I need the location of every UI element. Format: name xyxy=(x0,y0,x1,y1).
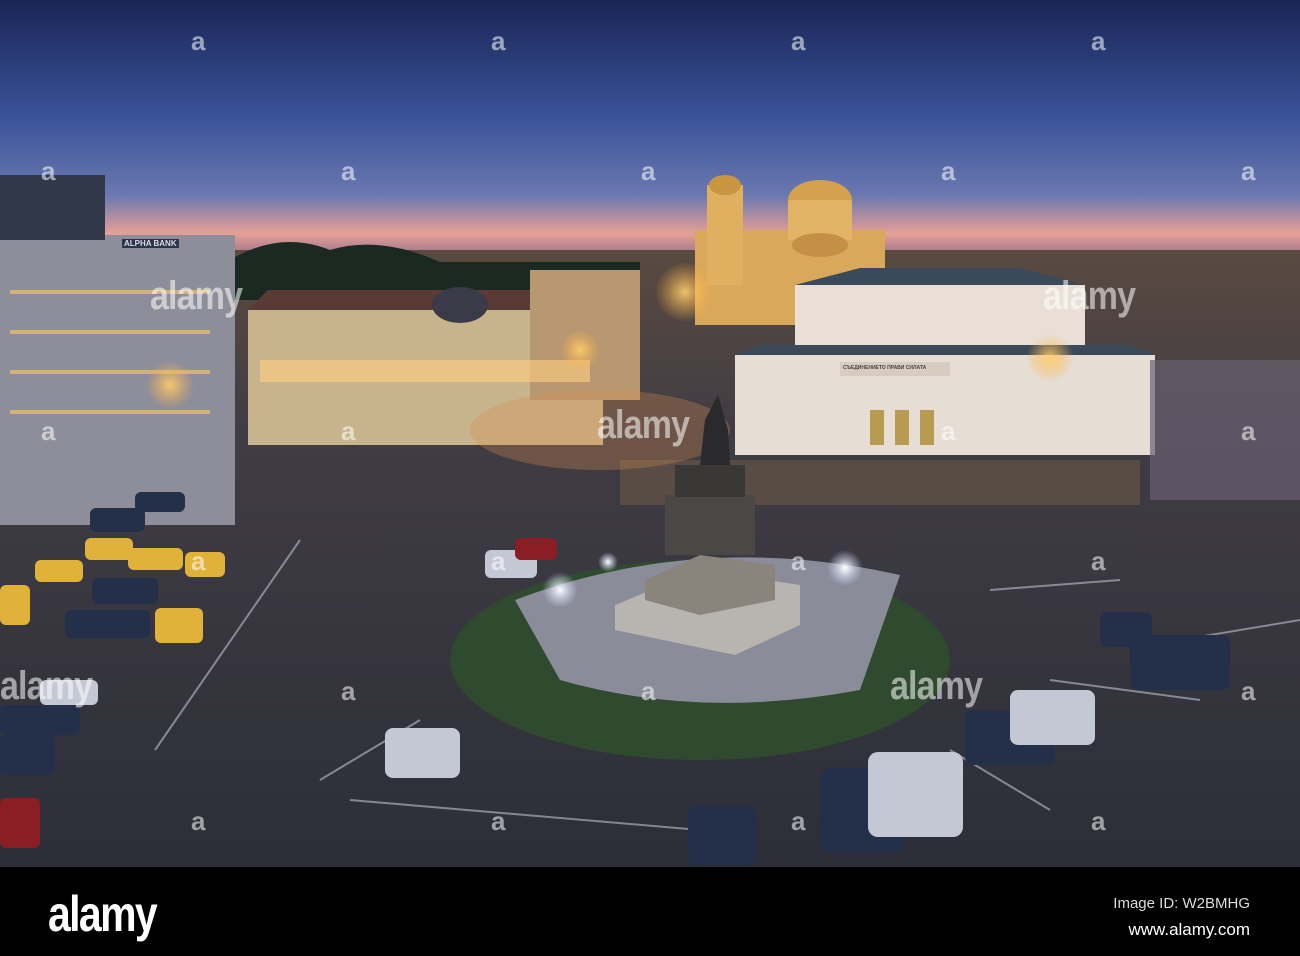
bank-sign: ALPHA BANK xyxy=(122,239,179,248)
watermark-a: a xyxy=(1091,806,1106,836)
watermark-a: a xyxy=(791,26,806,56)
watermark-a: a xyxy=(641,156,656,186)
watermark-a: a xyxy=(41,416,56,446)
watermark-a: a xyxy=(1091,26,1106,56)
watermark-alamy: alamy xyxy=(890,664,983,708)
watermark-a: a xyxy=(941,416,956,446)
watermark-a: a xyxy=(191,546,206,576)
watermark-a: a xyxy=(791,806,806,836)
watermark-a: a xyxy=(341,676,356,706)
watermark-a: a xyxy=(641,676,656,706)
watermark-a: a xyxy=(941,156,956,186)
watermark-a: a xyxy=(191,26,206,56)
footer-bar: alamy Image ID: W2BMHG www.alamy.com xyxy=(0,867,1300,956)
parliament-inscription: СЪЕДИНЕНИЕТО ПРАВИ СИЛАТА xyxy=(843,365,927,371)
watermark-alamy: alamy xyxy=(597,403,690,447)
watermark-a: a xyxy=(491,806,506,836)
watermark-a: a xyxy=(1241,416,1256,446)
watermark-a: a xyxy=(341,156,356,186)
watermark-a: a xyxy=(191,806,206,836)
watermark-a: a xyxy=(791,546,806,576)
watermark-alamy: alamy xyxy=(0,664,93,708)
watermark-a: a xyxy=(1091,546,1106,576)
watermark-a: a xyxy=(1241,676,1256,706)
watermark-a: a xyxy=(41,156,56,186)
site-url: www.alamy.com xyxy=(1128,920,1250,939)
watermark-alamy: alamy xyxy=(150,274,243,318)
watermark-a: a xyxy=(1241,156,1256,186)
alamy-logo: alamy xyxy=(48,886,158,942)
watermark-a: a xyxy=(491,546,506,576)
watermark-a: a xyxy=(491,26,506,56)
image-id: Image ID: W2BMHG xyxy=(1113,895,1250,912)
watermark-alamy: alamy xyxy=(1043,274,1136,318)
watermark-a: a xyxy=(341,416,356,446)
